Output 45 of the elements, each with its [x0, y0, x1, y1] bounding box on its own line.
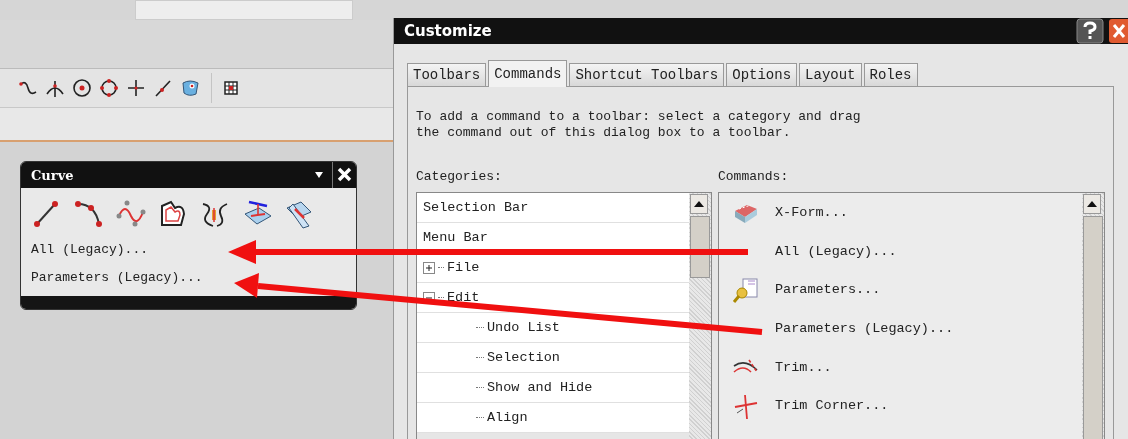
category-item[interactable]: Menu Bar [423, 230, 488, 245]
command-item[interactable]: Parameters... [775, 282, 881, 298]
scroll-up-icon[interactable] [1083, 194, 1101, 214]
surface-point-icon[interactable] [180, 78, 200, 98]
command-item[interactable]: Trim Corner... [775, 398, 889, 414]
category-item[interactable]: Edit [447, 290, 480, 305]
category-item[interactable]: Selection [487, 350, 560, 365]
category-item[interactable]: File [447, 260, 480, 275]
categories-label: Categories: [416, 169, 503, 184]
panel-title: Curve [31, 167, 75, 183]
plus-point-icon[interactable] [126, 78, 146, 98]
dialog-title: Customize [404, 22, 493, 40]
dropdown-icon[interactable] [314, 171, 324, 179]
line-point-icon[interactable] [153, 78, 173, 98]
tab[interactable]: Toolbars [407, 63, 487, 86]
expand-icon[interactable] [423, 261, 435, 274]
circle-center-icon[interactable] [72, 78, 92, 98]
category-item[interactable]: Selection Bar [423, 200, 529, 215]
command-item[interactable]: Trim... [775, 359, 832, 375]
tab[interactable]: Shortcut Toolbars [569, 63, 725, 86]
close-icon[interactable] [1108, 18, 1128, 44]
category-item[interactable]: Show and Hide [487, 380, 593, 395]
command-item[interactable]: X-Form... [775, 204, 848, 220]
scrollbar-thumb[interactable] [1083, 216, 1103, 439]
help-icon[interactable] [1076, 18, 1104, 44]
tab[interactable]: Roles [863, 63, 918, 86]
instruction-text: To add a command to a toolbar: select a category and drag the command out of this dialog box to a toolbar. [416, 109, 862, 141]
toolbar-command[interactable]: Parameters (Legacy)... [21, 264, 356, 292]
grid-icon[interactable] [223, 80, 239, 96]
category-item[interactable]: Undo List [487, 320, 560, 335]
tab[interactable]: Layout [799, 63, 862, 86]
commands-label: Commands: [718, 169, 790, 184]
toolbar-command[interactable]: All (Legacy)... [21, 236, 356, 264]
scrollbar[interactable] [689, 193, 711, 439]
scrollbar[interactable] [1082, 193, 1104, 439]
command-item[interactable]: Parameters (Legacy)... [775, 320, 954, 336]
circle-quadrant-icon[interactable] [99, 78, 119, 98]
intersection-point-icon[interactable] [45, 78, 65, 98]
command-item[interactable]: All (Legacy)... [775, 243, 897, 259]
scrollbar-thumb[interactable] [690, 216, 710, 278]
arc-icon[interactable] [73, 198, 105, 230]
category-item[interactable]: Align [487, 410, 528, 425]
scroll-up-icon[interactable] [690, 194, 708, 214]
tab[interactable]: Commands [488, 60, 568, 87]
tab[interactable]: Options [726, 63, 798, 86]
